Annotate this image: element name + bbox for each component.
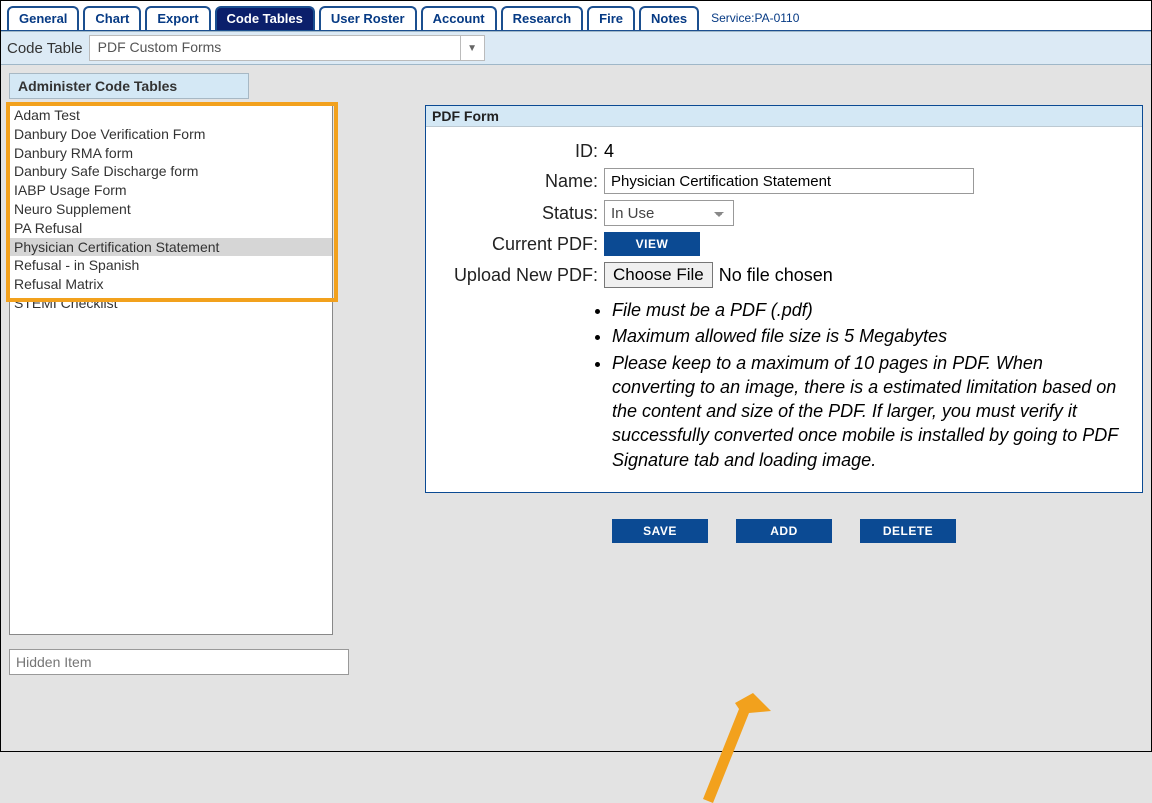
code-table-label: Code Table	[7, 40, 83, 57]
annotation-arrow-icon	[693, 693, 783, 803]
list-item[interactable]: Physician Certification Statement	[10, 238, 332, 257]
upload-notes: File must be a PDF (.pdf) Maximum allowe…	[612, 298, 1130, 472]
id-value: 4	[604, 141, 614, 162]
tab-bar: General Chart Export Code Tables User Ro…	[1, 1, 1151, 31]
tab-user-roster[interactable]: User Roster	[319, 6, 417, 30]
list-item[interactable]: Neuro Supplement	[10, 200, 332, 219]
list-item[interactable]: Danbury Doe Verification Form	[10, 125, 332, 144]
tab-export[interactable]: Export	[145, 6, 210, 30]
note-item: File must be a PDF (.pdf)	[612, 298, 1130, 322]
tab-general[interactable]: General	[7, 6, 79, 30]
tab-account[interactable]: Account	[421, 6, 497, 30]
tab-fire[interactable]: Fire	[587, 6, 635, 30]
list-item[interactable]: STEMI Checklist	[10, 294, 332, 313]
hidden-item-input[interactable]	[9, 649, 349, 675]
add-button[interactable]: ADD	[736, 519, 832, 543]
note-item: Please keep to a maximum of 10 pages in …	[612, 351, 1130, 472]
service-label: Service:PA-0110	[711, 11, 799, 25]
tab-notes[interactable]: Notes	[639, 6, 699, 30]
left-column: Adam Test Danbury Doe Verification Form …	[9, 105, 349, 665]
name-label: Name:	[438, 171, 598, 192]
code-list[interactable]: Adam Test Danbury Doe Verification Form …	[9, 105, 333, 635]
name-input[interactable]	[604, 168, 974, 194]
code-table-select[interactable]: PDF Custom Forms ▼	[89, 35, 485, 61]
list-item[interactable]: Danbury RMA form	[10, 144, 332, 163]
code-table-row: Code Table PDF Custom Forms ▼	[1, 31, 1151, 65]
list-item[interactable]: Danbury Safe Discharge form	[10, 162, 332, 181]
tab-chart[interactable]: Chart	[83, 6, 141, 30]
pdf-form-panel: PDF Form ID: 4 Name: Status: In Use	[425, 105, 1143, 493]
tab-research[interactable]: Research	[501, 6, 584, 30]
upload-label: Upload New PDF:	[438, 265, 598, 286]
status-label: Status:	[438, 203, 598, 224]
note-item: Maximum allowed file size is 5 Megabytes	[612, 324, 1130, 348]
chevron-down-icon[interactable]: ▼	[460, 36, 484, 60]
file-status: No file chosen	[719, 265, 833, 286]
list-item[interactable]: Adam Test	[10, 106, 332, 125]
pdf-panel-title: PDF Form	[426, 106, 1142, 127]
tab-code-tables[interactable]: Code Tables	[215, 6, 315, 30]
save-button[interactable]: SAVE	[612, 519, 708, 543]
list-item[interactable]: IABP Usage Form	[10, 181, 332, 200]
view-button[interactable]: VIEW	[604, 232, 700, 256]
current-pdf-label: Current PDF:	[438, 234, 598, 255]
form-area: PDF Form ID: 4 Name: Status: In Use	[425, 105, 1143, 665]
choose-file-button[interactable]: Choose File	[604, 262, 713, 288]
code-table-value: PDF Custom Forms	[90, 36, 460, 60]
list-item[interactable]: PA Refusal	[10, 219, 332, 238]
delete-button[interactable]: DELETE	[860, 519, 956, 543]
status-select[interactable]: In Use	[604, 200, 734, 226]
action-buttons: SAVE ADD DELETE	[425, 519, 1143, 543]
list-item[interactable]: Refusal Matrix	[10, 275, 332, 294]
id-label: ID:	[438, 141, 598, 162]
administer-panel-title: Administer Code Tables	[9, 73, 249, 99]
list-item[interactable]: Refusal - in Spanish	[10, 256, 332, 275]
